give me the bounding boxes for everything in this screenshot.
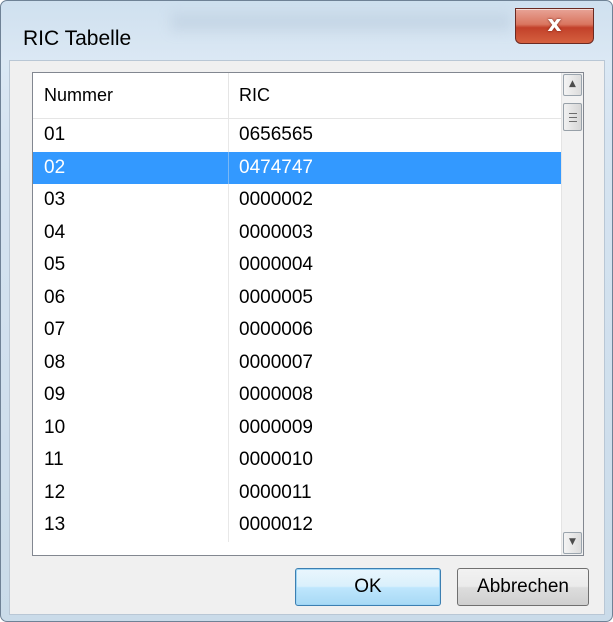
cell-ric: 0000010 — [239, 449, 313, 470]
cell-ric: 0474747 — [239, 156, 313, 178]
table-rows: 01 0656565 02 0474747 03 0000002 04 0000003 05 00… — [33, 119, 561, 542]
close-icon: x — [547, 12, 562, 37]
table-header: Nummer RIC — [33, 73, 561, 119]
ric-table[interactable]: Nummer RIC 01 0656565 02 0474747 03 0000002 04… — [32, 72, 584, 556]
cell-ric: 0000006 — [239, 319, 313, 340]
cell-nummer: 08 — [33, 346, 229, 379]
triangle-up-icon: ▲ — [569, 79, 576, 89]
cell-ric: 0000005 — [239, 286, 313, 308]
table-row[interactable]: 06 0000005 — [33, 281, 561, 314]
cell-nummer: 04 — [33, 216, 229, 249]
cancel-button[interactable]: Abbrechen — [457, 568, 589, 606]
cell-ric: 0000003 — [239, 221, 313, 243]
cell-nummer: 02 — [33, 151, 229, 184]
vertical-scrollbar[interactable]: ▲ ▼ — [561, 73, 583, 555]
window-title: RIC Tabelle — [23, 27, 132, 50]
cell-nummer: 13 — [33, 509, 229, 542]
cell-ric: 0000008 — [239, 384, 313, 405]
table-row[interactable]: 13 0000012 — [33, 509, 561, 542]
table-row[interactable]: 01 0656565 — [33, 119, 561, 152]
cell-ric: 0000004 — [239, 254, 313, 275]
table-row[interactable]: 11 0000010 — [33, 444, 561, 477]
table-row[interactable]: 10 0000009 — [33, 411, 561, 444]
cell-nummer: 12 — [33, 476, 229, 509]
cell-nummer: 01 — [33, 119, 229, 152]
cell-ric: 0000011 — [239, 481, 312, 503]
table-row[interactable]: 09 0000008 — [33, 379, 561, 412]
cell-ric: 0000012 — [239, 514, 313, 535]
cell-ric: 0656565 — [239, 124, 313, 145]
cell-nummer: 06 — [33, 281, 229, 314]
cell-nummer: 11 — [33, 444, 229, 477]
cell-ric: 0000007 — [239, 351, 313, 373]
table-row[interactable]: 07 0000006 — [33, 314, 561, 347]
dialog-client-area: Nummer RIC 01 0656565 02 0474747 03 0000002 04… — [9, 60, 605, 615]
table-row[interactable]: 08 0000007 — [33, 346, 561, 379]
table-row[interactable]: 04 0000003 — [33, 216, 561, 249]
scrollbar-thumb[interactable] — [563, 103, 582, 131]
scroll-up-button[interactable]: ▲ — [563, 74, 582, 96]
table-row[interactable]: 02 0474747 — [33, 151, 561, 184]
table-row[interactable]: 03 0000002 — [33, 184, 561, 217]
cell-ric: 0000009 — [239, 416, 313, 438]
table-row[interactable]: 12 0000011 — [33, 476, 561, 509]
title-bar[interactable]: RIC Tabelle x — [1, 1, 612, 61]
triangle-down-icon: ▼ — [569, 537, 576, 547]
table-row[interactable]: 05 0000004 — [33, 249, 561, 282]
scroll-down-button[interactable]: ▼ — [563, 532, 582, 554]
column-header-nummer[interactable]: Nummer — [33, 73, 229, 118]
cell-ric: 0000002 — [239, 189, 313, 210]
cell-nummer: 07 — [33, 314, 229, 347]
cell-nummer: 03 — [33, 184, 229, 217]
close-button[interactable]: x — [515, 8, 594, 44]
cell-nummer: 05 — [33, 249, 229, 282]
ok-button[interactable]: OK — [295, 568, 441, 606]
dialog-window: RIC Tabelle x Nummer RIC 01 0656565 02 0474… — [0, 0, 613, 622]
cell-nummer: 09 — [33, 379, 229, 412]
title-bar-background-blur — [171, 13, 511, 31]
column-header-ric[interactable]: RIC — [229, 73, 561, 118]
cell-nummer: 10 — [33, 411, 229, 444]
